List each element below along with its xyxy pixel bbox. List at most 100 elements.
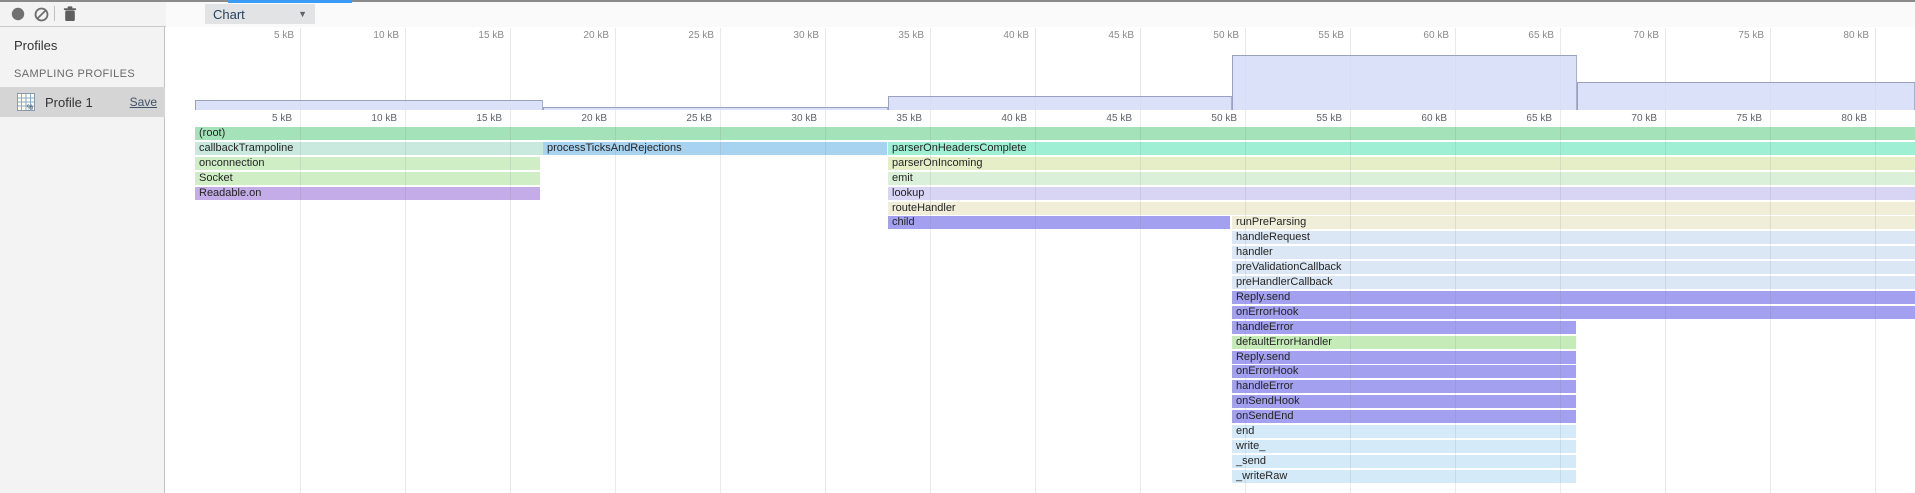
overview-ruler-label: 40 kB bbox=[969, 30, 1029, 41]
flame-bar[interactable]: handler bbox=[1232, 246, 1915, 259]
overview-ruler-label: 45 kB bbox=[1074, 30, 1134, 41]
overview-ruler-label: 20 kB bbox=[549, 30, 609, 41]
flame-bar[interactable]: preHandlerCallback bbox=[1232, 276, 1915, 289]
flame-gridline bbox=[1455, 110, 1456, 493]
flame-bar[interactable]: _writeRaw bbox=[1232, 470, 1576, 483]
profile-name: Profile 1 bbox=[45, 95, 93, 110]
flame-bar[interactable]: onSendHook bbox=[1232, 395, 1576, 408]
flame-ruler-label: 70 kB bbox=[1597, 113, 1657, 124]
trash-icon bbox=[63, 6, 77, 22]
overview-area-segment bbox=[1577, 82, 1915, 110]
overview-gridline bbox=[510, 28, 511, 110]
overview-gridline bbox=[615, 28, 616, 110]
clear-icon bbox=[34, 7, 49, 22]
overview-area-segment bbox=[1232, 55, 1577, 110]
overview-ruler-label: 30 kB bbox=[759, 30, 819, 41]
flame-ruler-label: 50 kB bbox=[1177, 113, 1237, 124]
flame-gridline bbox=[1875, 110, 1876, 493]
chevron-down-icon: ▼ bbox=[298, 9, 307, 19]
flame-ruler-label: 65 kB bbox=[1492, 113, 1552, 124]
overview-area-segment bbox=[195, 100, 543, 110]
flame-bar[interactable]: defaultErrorHandler bbox=[1232, 336, 1576, 349]
flame-bar[interactable]: runPreParsing bbox=[1232, 216, 1915, 229]
flame-gridline bbox=[1035, 110, 1036, 493]
record-button[interactable] bbox=[8, 4, 28, 24]
flame-ruler-label: 80 kB bbox=[1807, 113, 1867, 124]
overview-gridline bbox=[825, 28, 826, 110]
panel-toolbar-bg bbox=[166, 2, 1915, 27]
flame-gridline bbox=[510, 110, 511, 493]
overview-gridline bbox=[300, 28, 301, 110]
flame-gridline bbox=[1770, 110, 1771, 493]
flame-bar[interactable]: preValidationCallback bbox=[1232, 261, 1915, 274]
overview-ruler-label: 60 kB bbox=[1389, 30, 1449, 41]
overview-ruler-label: 70 kB bbox=[1599, 30, 1659, 41]
overview-area-segment bbox=[888, 96, 1232, 110]
flame-bar[interactable]: onErrorHook bbox=[1232, 306, 1915, 319]
flame-gridline bbox=[1350, 110, 1351, 493]
overview-ruler-label: 10 kB bbox=[339, 30, 399, 41]
memory-profiler-panel: Chart ▼ Profiles SAMPLING PROFILES % Pro… bbox=[0, 0, 1915, 493]
flame-bar[interactable]: handleRequest bbox=[1232, 231, 1915, 244]
flame-gridline bbox=[615, 110, 616, 493]
flame-ruler-label: 10 kB bbox=[337, 113, 397, 124]
sidebar-title: Profiles bbox=[14, 38, 57, 53]
flame-bar[interactable]: routeHandler bbox=[888, 202, 1915, 215]
flame-bar[interactable]: emit bbox=[888, 172, 1915, 185]
profile-icon: % bbox=[17, 93, 35, 111]
flame-bar[interactable]: onconnection bbox=[195, 157, 540, 170]
flame-bar[interactable]: Reply.send bbox=[1232, 291, 1915, 304]
sidebar-item-profile-1[interactable]: % Profile 1 Save bbox=[0, 87, 165, 117]
flame-gridline bbox=[300, 110, 301, 493]
flame-bar[interactable]: onErrorHook bbox=[1232, 365, 1576, 378]
overview-gridline bbox=[405, 28, 406, 110]
overview-ruler-label: 35 kB bbox=[864, 30, 924, 41]
flame-ruler-label: 25 kB bbox=[652, 113, 712, 124]
chart-view-select[interactable]: Chart ▼ bbox=[205, 4, 315, 24]
flame-bar[interactable]: onSendEnd bbox=[1232, 410, 1576, 423]
trash-button[interactable] bbox=[60, 4, 80, 24]
toolbar: Chart ▼ bbox=[0, 0, 1915, 27]
chart-view-select-value: Chart bbox=[213, 7, 245, 22]
flame-ruler-label: 20 kB bbox=[547, 113, 607, 124]
overview-ruler-label: 80 kB bbox=[1809, 30, 1869, 41]
flame-bar[interactable]: write_ bbox=[1232, 440, 1576, 453]
flame-ruler-label: 45 kB bbox=[1072, 113, 1132, 124]
flame-bar[interactable]: Reply.send bbox=[1232, 351, 1576, 364]
flame-bar[interactable]: child bbox=[888, 216, 1230, 229]
flame-gridline bbox=[405, 110, 406, 493]
flame-ruler-label: 75 kB bbox=[1702, 113, 1762, 124]
flame-gridline bbox=[1140, 110, 1141, 493]
flame-bar[interactable]: parserOnHeadersComplete bbox=[888, 142, 1915, 155]
flame-ruler-label: 30 kB bbox=[757, 113, 817, 124]
flame-bar[interactable]: processTicksAndRejections bbox=[543, 142, 887, 155]
overview-ruler-label: 75 kB bbox=[1704, 30, 1764, 41]
flame-bar[interactable]: handleError bbox=[1232, 380, 1576, 393]
flame-ruler-label: 35 kB bbox=[862, 113, 922, 124]
overview-gridline bbox=[720, 28, 721, 110]
save-link[interactable]: Save bbox=[130, 95, 157, 109]
flame-ruler-label: 55 kB bbox=[1282, 113, 1342, 124]
flame-ruler-label: 40 kB bbox=[967, 113, 1027, 124]
overview-ruler-label: 65 kB bbox=[1494, 30, 1554, 41]
flame-bar[interactable]: Socket bbox=[195, 172, 540, 185]
flame-gridline bbox=[1665, 110, 1666, 493]
svg-text:%: % bbox=[27, 105, 33, 112]
flame-bar[interactable]: Readable.on bbox=[195, 187, 540, 200]
flame-bar[interactable]: handleError bbox=[1232, 321, 1576, 334]
flame-bar[interactable]: lookup bbox=[888, 187, 1915, 200]
flame-bar[interactable]: parserOnIncoming bbox=[888, 157, 1915, 170]
toolbar-separator bbox=[54, 6, 55, 21]
overview-ruler-label: 15 kB bbox=[444, 30, 504, 41]
sampling-profiles-heading: SAMPLING PROFILES bbox=[14, 68, 135, 80]
flame-bar[interactable]: _send bbox=[1232, 455, 1576, 468]
flame-bar[interactable]: end bbox=[1232, 425, 1576, 438]
active-tab-indicator bbox=[228, 0, 352, 3]
record-icon bbox=[11, 7, 25, 21]
flame-gridline bbox=[825, 110, 826, 493]
overview-ruler-label: 5 kB bbox=[234, 30, 294, 41]
flame-bar[interactable]: callbackTrampoline bbox=[195, 142, 543, 155]
flame-bar[interactable]: (root) bbox=[195, 127, 1915, 140]
clear-button[interactable] bbox=[31, 4, 51, 24]
overview-ruler-label: 50 kB bbox=[1179, 30, 1239, 41]
